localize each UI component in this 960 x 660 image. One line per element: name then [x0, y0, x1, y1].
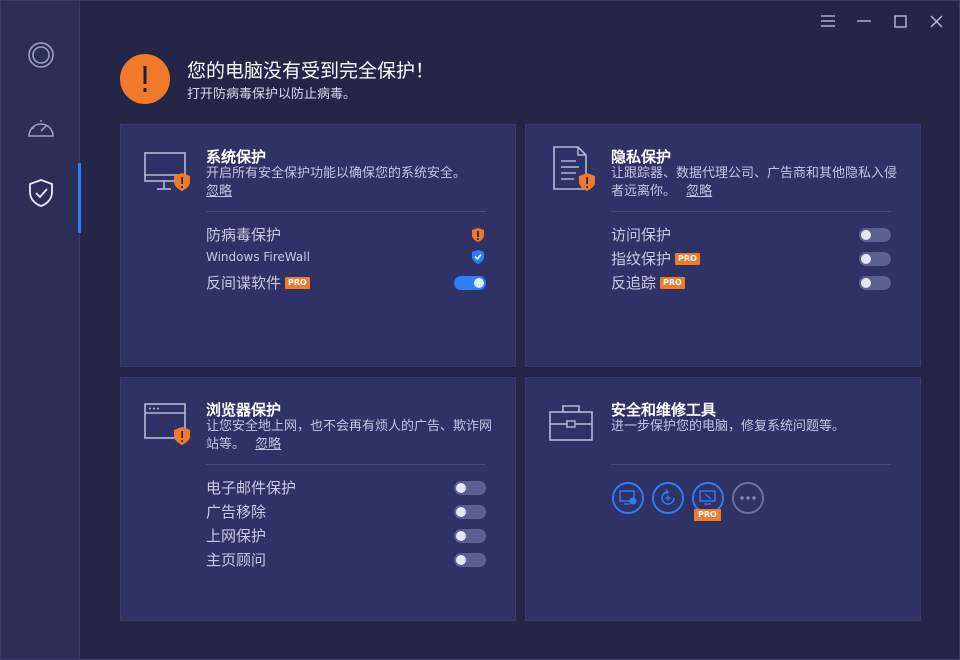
ok-shield-icon: [470, 249, 486, 265]
panel-desc-text: 开启所有安全保护功能以确保您的系统安全。: [206, 166, 467, 181]
page-subtitle: 打开防病毒保护以防止病毒。: [187, 87, 357, 102]
panel-description: 开启所有安全保护功能以确保您的系统安全。 忽略: [206, 165, 496, 201]
close-icon: [930, 15, 942, 27]
speedometer-icon: [27, 120, 54, 137]
minimize-icon: [857, 20, 871, 22]
list-item: 主页顾问: [206, 549, 486, 570]
row-label: Windows FireWall: [206, 250, 310, 264]
shield-check-icon: [28, 179, 53, 207]
close-button[interactable]: [921, 9, 951, 33]
warning-shield-icon[interactable]: [470, 227, 486, 243]
list-item: 反追踪 PRO: [611, 272, 891, 293]
row-label-text: 反追踪: [611, 274, 657, 292]
exclamation-icon: [143, 66, 147, 92]
row-label: 主页顾问: [206, 551, 267, 569]
fingerprint-protection-toggle[interactable]: [859, 251, 891, 266]
web-protection-toggle[interactable]: [454, 528, 486, 543]
row-label: 指纹保护 PRO: [611, 248, 700, 269]
more-tools-button[interactable]: [732, 482, 764, 514]
monitor-shield-icon: [144, 152, 190, 191]
row-label: 电子邮件保护: [206, 479, 297, 497]
divider: [206, 464, 486, 465]
panel-desc-text: 让跟踪器、数据代理公司、广告商和其他隐私入侵者远离你。: [611, 166, 898, 199]
row-label: 反间谍软件 PRO: [206, 272, 310, 293]
email-protection-toggle[interactable]: [454, 480, 486, 495]
panel-title: 系统保护: [206, 148, 267, 166]
monitor-tool-icon: [699, 490, 716, 505]
sidebar-item-performance[interactable]: [1, 97, 80, 157]
minimize-button[interactable]: [849, 9, 879, 33]
app-window: 您的电脑没有受到完全保护！ 打开防病毒保护以防止病毒。 系统保护 开启所有安全保…: [0, 0, 960, 660]
list-item: 广告移除: [206, 501, 486, 522]
panel-description: 让您安全地上网，也不会再有烦人的广告、欺诈网站等。 忽略: [206, 418, 496, 454]
system-repair-tool-button[interactable]: [612, 482, 644, 514]
sidebar-item-protection[interactable]: [1, 163, 81, 233]
pro-badge: PRO: [694, 509, 721, 521]
divider: [611, 464, 891, 465]
pro-badge: PRO: [675, 252, 700, 265]
row-label: 广告移除: [206, 503, 267, 521]
row-label: 反追踪 PRO: [611, 272, 685, 293]
window-controls: [813, 9, 951, 33]
maximize-button[interactable]: [885, 9, 915, 33]
divider: [206, 211, 486, 212]
panel-title: 浏览器保护: [206, 401, 282, 419]
browser-shield-icon: [144, 403, 190, 445]
menu-button[interactable]: [813, 9, 843, 33]
warning-badge: [120, 54, 170, 104]
anti-spyware-toggle[interactable]: [454, 275, 486, 290]
panel-description: 进一步保护您的电脑，修复系统问题等。: [611, 419, 846, 434]
list-item: 反间谍软件 PRO: [206, 272, 486, 293]
ignore-link[interactable]: 忽略: [206, 184, 232, 199]
monitor-check-icon: [619, 490, 637, 505]
row-label: 防病毒保护: [206, 226, 282, 244]
homepage-advisor-toggle[interactable]: [454, 552, 486, 567]
ad-removal-toggle[interactable]: [454, 504, 486, 519]
pro-badge: PRO: [660, 276, 685, 289]
panel-description: 让跟踪器、数据代理公司、广告商和其他隐私入侵者远离你。 忽略: [611, 165, 901, 201]
panel-title: 安全和维修工具: [611, 401, 717, 419]
panel-browser-protection: 浏览器保护 让您安全地上网，也不会再有烦人的广告、欺诈网站等。 忽略 电子邮件保…: [120, 377, 516, 621]
sidebar-item-scan[interactable]: [1, 25, 80, 85]
list-item: 防病毒保护: [206, 224, 486, 245]
document-shield-icon: [553, 146, 595, 191]
page-title: 您的电脑没有受到完全保护！: [187, 60, 435, 82]
row-label-text: 指纹保护: [611, 250, 672, 268]
panel-title: 隐私保护: [611, 148, 672, 166]
target-icon: [27, 42, 54, 68]
ignore-link[interactable]: 忽略: [255, 437, 281, 452]
panel-security-tools: 安全和维修工具 进一步保护您的电脑，修复系统问题等。 PRO: [525, 377, 921, 621]
panel-desc-text: 让您安全地上网，也不会再有烦人的广告、欺诈网站等。: [206, 419, 493, 452]
ignore-link[interactable]: 忽略: [686, 184, 712, 199]
maximize-icon: [893, 14, 907, 28]
list-item: 指纹保护 PRO: [611, 248, 891, 269]
restore-icon: [661, 489, 675, 505]
anti-tracking-toggle[interactable]: [859, 275, 891, 290]
restore-tool-button[interactable]: [652, 482, 684, 514]
menu-icon: [821, 15, 835, 27]
access-protection-toggle[interactable]: [859, 227, 891, 242]
list-item: 访问保护: [611, 224, 891, 245]
panel-system-protection: 系统保护 开启所有安全保护功能以确保您的系统安全。 忽略 防病毒保护 Windo…: [120, 124, 516, 367]
row-label: 上网保护: [206, 527, 267, 545]
list-item: 电子邮件保护: [206, 477, 486, 498]
list-item: 上网保护: [206, 525, 486, 546]
row-label-text: 反间谍软件: [206, 274, 282, 292]
list-item: Windows FireWall: [206, 249, 486, 265]
toolbox-icon: [549, 405, 593, 441]
more-icon: [740, 496, 756, 500]
sidebar: [1, 1, 81, 659]
divider: [611, 211, 891, 212]
row-label: 访问保护: [611, 226, 672, 244]
pro-badge: PRO: [285, 276, 310, 289]
panel-privacy-protection: 隐私保护 让跟踪器、数据代理公司、广告商和其他隐私入侵者远离你。 忽略 访问保护…: [525, 124, 921, 367]
